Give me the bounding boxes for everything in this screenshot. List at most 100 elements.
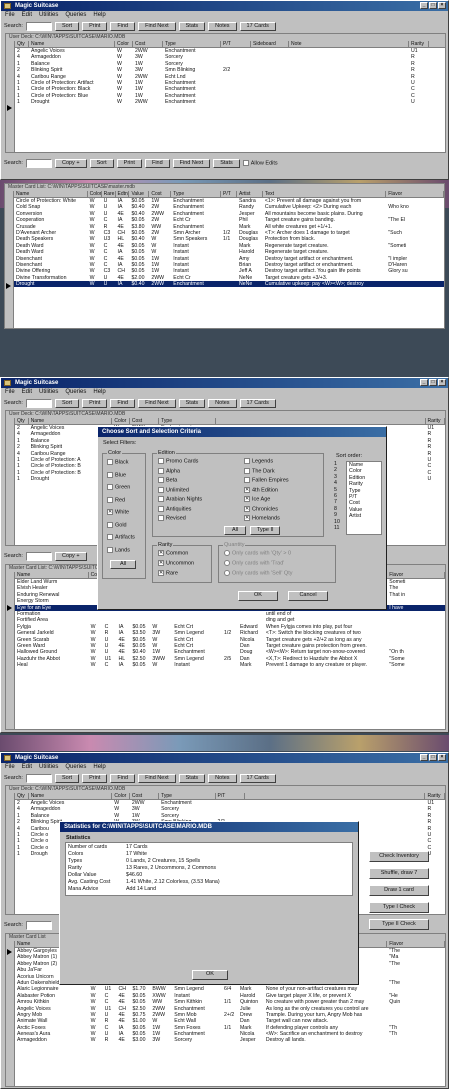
type2-check-button[interactable]: Type II Check bbox=[369, 919, 429, 930]
title-bar[interactable]: Magic Suitcase _ □ × bbox=[1, 1, 448, 11]
edition-checkbox[interactable]: Fallen Empires bbox=[244, 477, 289, 483]
stats-button[interactable]: Stats bbox=[213, 158, 240, 168]
quantity-radio[interactable]: Only cards with 'Trad' bbox=[224, 560, 284, 566]
copy-button[interactable]: Copy + bbox=[54, 551, 87, 561]
edition-checkbox[interactable]: Antiquities bbox=[158, 505, 191, 512]
print-button[interactable]: Print bbox=[82, 21, 108, 31]
menu-utilities[interactable]: Utilities bbox=[39, 11, 58, 20]
search-input[interactable] bbox=[25, 398, 52, 408]
allow-edits-checkbox[interactable]: Allow Edits bbox=[242, 159, 278, 166]
menu-edit[interactable]: Edit bbox=[22, 11, 32, 20]
col-header[interactable]: Cost bbox=[149, 191, 172, 197]
menu-utilities[interactable]: Utilities bbox=[39, 763, 58, 772]
table-row[interactable]: 1 Drought W 2WW Enchantment U bbox=[15, 99, 445, 105]
color-checkbox[interactable]: Red bbox=[107, 496, 125, 503]
col-color[interactable]: Color bbox=[112, 418, 130, 424]
col-cost[interactable]: Cost bbox=[130, 793, 160, 799]
dialog-title-bar[interactable]: Choose Sort and Selection Criteria bbox=[98, 427, 386, 437]
col-header[interactable]: P/T bbox=[221, 191, 237, 197]
col-note[interactable]: Note bbox=[289, 41, 409, 47]
close-icon[interactable]: × bbox=[438, 754, 446, 761]
title-bar[interactable]: Magic Suitcase _ □ × bbox=[1, 378, 448, 388]
quantity-radio[interactable]: Only cards with 'Qty' > 0 bbox=[224, 550, 291, 556]
menu-file[interactable]: File bbox=[5, 388, 15, 397]
print-button[interactable]: Print bbox=[82, 398, 108, 408]
col-color[interactable]: Color bbox=[112, 793, 130, 799]
sort-button[interactable]: Sort bbox=[54, 398, 80, 408]
col-header[interactable]: Name bbox=[14, 191, 88, 197]
menu-queries[interactable]: Queries bbox=[65, 763, 86, 772]
search-input[interactable] bbox=[25, 551, 52, 561]
col-header[interactable]: Name bbox=[15, 572, 89, 578]
menu-help[interactable]: Help bbox=[93, 388, 105, 397]
stats-button[interactable]: Stats bbox=[178, 398, 206, 408]
find-button[interactable]: Find bbox=[110, 773, 136, 783]
table-row[interactable]: Armageddon W R 4E $3.00 3W Sorcery Jesper Destro… bbox=[15, 1037, 445, 1043]
color-all-button[interactable]: All bbox=[110, 560, 136, 569]
notes-button[interactable]: Notes bbox=[208, 773, 237, 783]
color-checkbox[interactable]: Black bbox=[107, 459, 128, 465]
stats-button[interactable]: Stats bbox=[178, 773, 206, 783]
quantity-radio[interactable]: Only cards with 'Sell' Qty bbox=[224, 570, 292, 576]
menu-edit[interactable]: Edit bbox=[22, 763, 32, 772]
find-next-button[interactable]: Find Next bbox=[138, 21, 176, 31]
color-checkbox[interactable]: Gold bbox=[107, 521, 127, 528]
minimize-icon[interactable]: _ bbox=[420, 754, 428, 761]
col-header[interactable]: Flavor bbox=[387, 572, 445, 578]
minimize-icon[interactable]: _ bbox=[420, 379, 428, 386]
edition-checkbox[interactable]: ✕ 4th Edition bbox=[244, 486, 278, 493]
edition-checkbox[interactable]: ✕ Ice Age bbox=[244, 496, 270, 502]
find-next-button[interactable]: Find Next bbox=[172, 158, 211, 168]
close-icon[interactable]: × bbox=[438, 2, 446, 9]
search-input[interactable] bbox=[25, 920, 52, 930]
edition-type2-button[interactable]: Type II bbox=[250, 526, 280, 535]
col-type[interactable]: Type bbox=[163, 41, 221, 47]
col-qty[interactable]: Qty bbox=[15, 418, 29, 424]
search-input[interactable] bbox=[25, 773, 52, 783]
sort-button[interactable]: Sort bbox=[89, 158, 114, 168]
col-header[interactable]: Artist bbox=[237, 191, 263, 197]
table-row[interactable]: Drought W U IA $0.40 2WW Enchantment NeNe Cumula… bbox=[14, 281, 444, 288]
search-input[interactable] bbox=[25, 158, 52, 168]
dialog-title-bar[interactable]: Statistics for C:\WIN\TAPPS\SUITCASE\MAR… bbox=[60, 822, 358, 832]
search-input[interactable] bbox=[25, 21, 52, 31]
type1-check-button[interactable]: Type I Check bbox=[369, 902, 429, 913]
menu-edit[interactable]: Edit bbox=[22, 388, 32, 397]
col-pt[interactable]: P/T bbox=[216, 793, 245, 799]
sort-button[interactable]: Sort bbox=[54, 21, 80, 31]
menu-queries[interactable]: Queries bbox=[65, 11, 86, 20]
col-header[interactable]: Rare bbox=[102, 191, 116, 197]
notes-button[interactable]: Notes bbox=[208, 398, 237, 408]
menu-queries[interactable]: Queries bbox=[65, 388, 86, 397]
color-checkbox[interactable]: Green bbox=[107, 484, 130, 490]
col-cost[interactable]: Cost bbox=[130, 418, 160, 424]
find-button[interactable]: Find bbox=[110, 398, 136, 408]
find-next-button[interactable]: Find Next bbox=[138, 398, 176, 408]
maximize-icon[interactable]: □ bbox=[429, 2, 437, 9]
edition-checkbox[interactable]: Alpha bbox=[158, 467, 180, 474]
minimize-icon[interactable]: _ bbox=[420, 2, 428, 9]
edition-all-button[interactable]: All bbox=[224, 526, 246, 535]
color-checkbox[interactable]: Blue bbox=[107, 471, 126, 478]
color-checkbox[interactable]: Lands bbox=[107, 546, 130, 553]
title-bar[interactable]: Magic Suitcase _ □ × bbox=[1, 753, 448, 763]
edition-checkbox[interactable]: ✕ Homelands bbox=[244, 515, 280, 521]
menu-file[interactable]: File bbox=[5, 11, 15, 20]
col-name[interactable]: Name bbox=[29, 41, 115, 47]
find-next-button[interactable]: Find Next bbox=[138, 773, 176, 783]
sort-order-list[interactable]: Name Color Edition Rarity Type P/T Cost Value Ar… bbox=[346, 461, 382, 535]
col-pt[interactable]: P/T bbox=[221, 41, 251, 47]
draw-card-button[interactable]: Draw 1 card bbox=[369, 885, 429, 896]
col-header[interactable]: Type bbox=[171, 191, 222, 197]
rarity-checkbox[interactable]: ✕ Rare bbox=[158, 570, 178, 576]
col-name[interactable]: Name bbox=[29, 793, 113, 799]
col-header[interactable]: Value bbox=[129, 191, 150, 197]
edition-checkbox[interactable]: The Dark bbox=[244, 467, 275, 474]
col-header[interactable]: Edtn bbox=[116, 191, 130, 197]
edition-checkbox[interactable]: Beta bbox=[158, 477, 177, 483]
print-button[interactable]: Print bbox=[82, 773, 108, 783]
col-type[interactable]: Type bbox=[159, 418, 216, 424]
find-button[interactable]: Find bbox=[110, 21, 136, 31]
sort-field-item[interactable]: Artist bbox=[347, 513, 381, 519]
edition-checkbox[interactable]: Promo Cards bbox=[158, 458, 198, 464]
